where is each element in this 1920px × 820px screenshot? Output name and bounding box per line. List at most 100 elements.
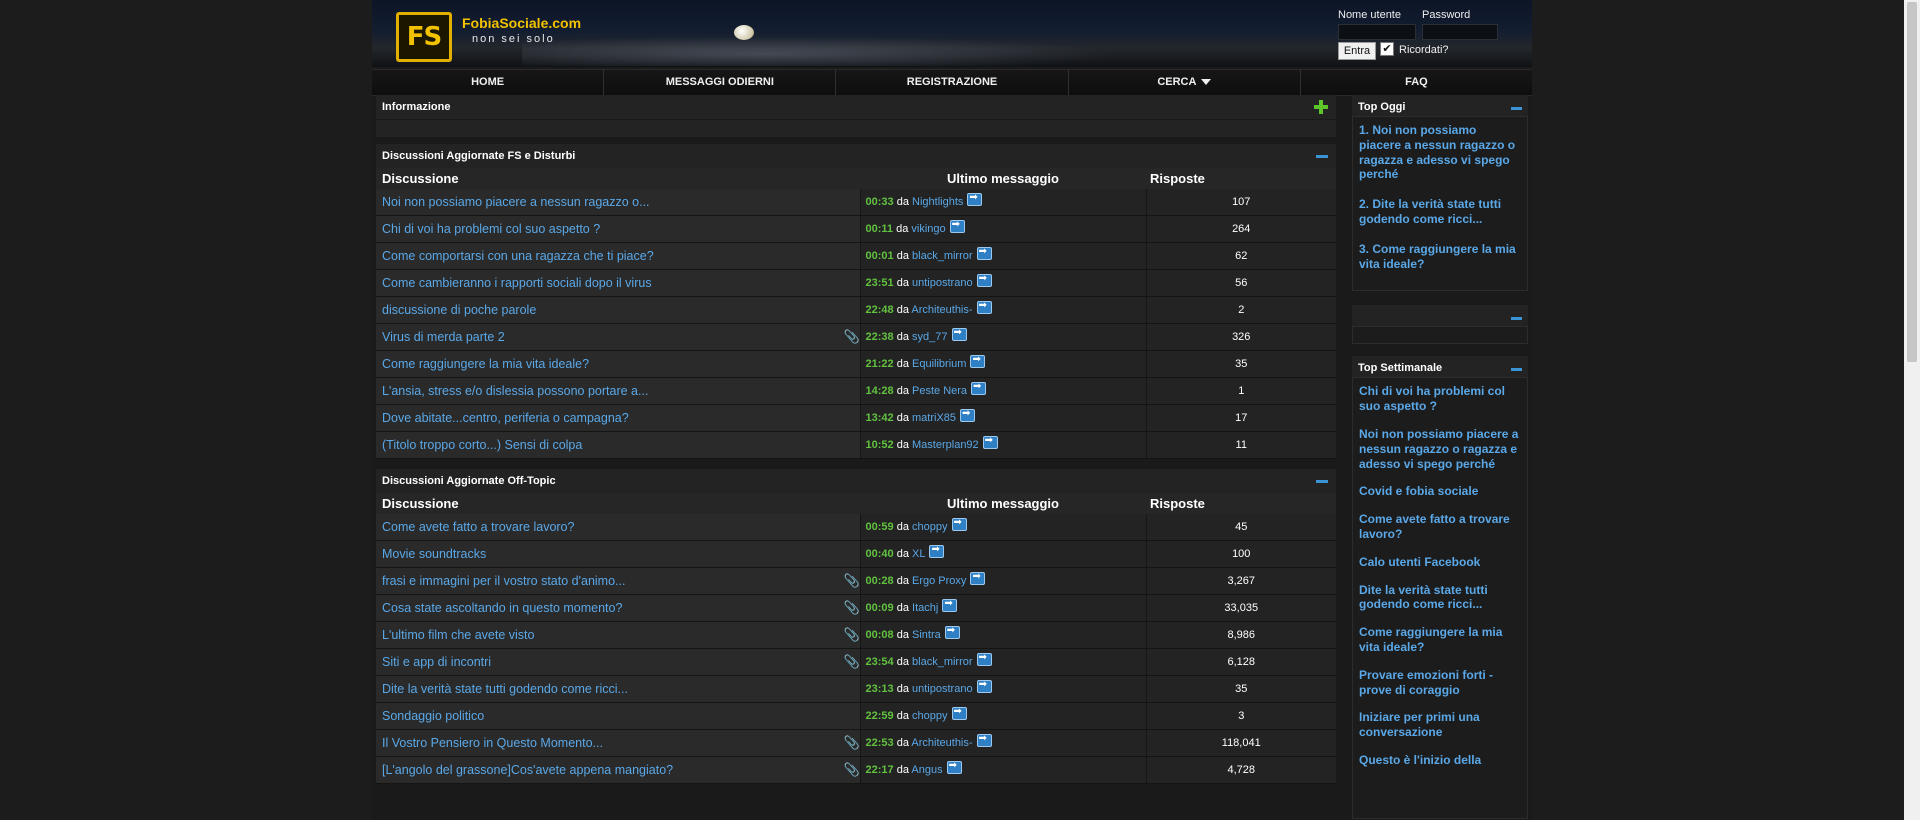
- go-to-post-icon[interactable]: [960, 408, 976, 422]
- sidebar-topic-link[interactable]: Provare emozioni forti - prove di coragg…: [1359, 668, 1521, 698]
- topic-link[interactable]: Cosa state ascoltando in questo momento?: [382, 601, 622, 615]
- go-to-post-icon[interactable]: [929, 544, 945, 558]
- site-name[interactable]: FobiaSociale.com: [462, 15, 581, 31]
- last-post-time: 00:40: [865, 547, 894, 560]
- nav-faq[interactable]: FAQ: [1301, 70, 1532, 95]
- sidebar-topic-link[interactable]: Questo è l'inizio della: [1359, 753, 1521, 768]
- user-link[interactable]: Itachj: [912, 602, 938, 614]
- sidebar-topic-link[interactable]: 2. Dite la verità state tutti godendo co…: [1359, 197, 1521, 227]
- topic-link[interactable]: Come avete fatto a trovare lavoro?: [382, 520, 574, 534]
- user-link[interactable]: Architeuthis-: [911, 737, 972, 749]
- nav-home[interactable]: HOME: [372, 70, 605, 95]
- site-logo[interactable]: FS: [396, 12, 452, 62]
- remember-checkbox[interactable]: ✔: [1380, 42, 1394, 56]
- go-to-post-icon[interactable]: [951, 706, 967, 720]
- plus-icon[interactable]: [1314, 100, 1328, 114]
- user-link[interactable]: black_mirror: [912, 656, 973, 668]
- go-to-post-icon[interactable]: [971, 381, 987, 395]
- user-link[interactable]: untipostrano: [912, 277, 973, 289]
- nav-messaggi-odierni[interactable]: MESSAGGI ODIERNI: [604, 70, 837, 95]
- user-link[interactable]: Masterplan92: [912, 439, 979, 451]
- topic-link[interactable]: Sondaggio politico: [382, 709, 484, 723]
- topic-link[interactable]: Virus di merda parte 2: [382, 330, 505, 344]
- collapse-icon[interactable]: [1511, 368, 1522, 372]
- topic-link[interactable]: Il Vostro Pensiero in Questo Momento...: [382, 736, 603, 750]
- by-label: da: [896, 330, 909, 343]
- topic-link[interactable]: Come cambieranno i rapporti sociali dopo…: [382, 276, 652, 290]
- topic-link[interactable]: (Titolo troppo corto...) Sensi di colpa: [382, 438, 582, 452]
- go-to-post-icon[interactable]: [976, 273, 992, 287]
- topic-link[interactable]: Chi di voi ha problemi col suo aspetto ?: [382, 222, 600, 236]
- collapse-icon[interactable]: [1316, 480, 1328, 483]
- user-link[interactable]: Angus: [911, 764, 942, 776]
- user-link[interactable]: vikingo: [911, 223, 945, 235]
- nav-cerca[interactable]: CERCA: [1069, 70, 1301, 95]
- sidebar-topic-link[interactable]: 3. Come raggiungere la mia vita ideale?: [1359, 242, 1521, 272]
- topic-link[interactable]: [L'angolo del grassone]Cos'avete appena …: [382, 763, 673, 777]
- sidebar-topic-link[interactable]: Iniziare per primi una conversazione: [1359, 710, 1521, 740]
- user-link[interactable]: choppy: [912, 710, 947, 722]
- replies-cell: 3: [1146, 702, 1336, 730]
- last-post-time: 23:54: [865, 655, 894, 668]
- go-to-post-icon[interactable]: [944, 625, 960, 639]
- last-post-cell: 00:33 da Nightlights: [860, 189, 1147, 216]
- go-to-post-icon[interactable]: [946, 760, 962, 774]
- topic-cell: Come raggiungere la mia vita ideale?: [376, 350, 861, 378]
- user-link[interactable]: XL: [912, 548, 925, 560]
- topic-link[interactable]: Come comportarsi con una ragazza che ti …: [382, 249, 654, 263]
- user-link[interactable]: choppy: [912, 521, 947, 533]
- sidebar-topic-link[interactable]: Calo utenti Facebook: [1359, 555, 1521, 570]
- replies-cell: 62: [1146, 242, 1336, 270]
- topic-link[interactable]: Siti e app di incontri: [382, 655, 491, 669]
- go-to-post-icon[interactable]: [970, 354, 986, 368]
- topic-link[interactable]: Dove abitate...centro, periferia o campa…: [382, 411, 629, 425]
- go-to-post-icon[interactable]: [982, 435, 998, 449]
- user-link[interactable]: Ergo Proxy: [912, 575, 966, 587]
- go-to-post-icon[interactable]: [976, 246, 992, 260]
- sidebar-topic-link[interactable]: Noi non possiamo piacere a nessun ragazz…: [1359, 427, 1521, 471]
- collapse-icon[interactable]: [1316, 155, 1328, 158]
- user-link[interactable]: Peste Nera: [912, 385, 967, 397]
- user-link[interactable]: Nightlights: [912, 196, 963, 208]
- sidebar-topic-link[interactable]: Covid e fobia sociale: [1359, 484, 1521, 499]
- scrollbar-thumb[interactable]: [1907, 2, 1917, 362]
- username-input[interactable]: [1338, 24, 1416, 40]
- topic-link[interactable]: Movie soundtracks: [382, 547, 486, 561]
- topic-link[interactable]: L'ultimo film che avete visto: [382, 628, 534, 642]
- user-link[interactable]: Sintra: [912, 629, 941, 641]
- go-to-post-icon[interactable]: [942, 598, 958, 612]
- nav-registrazione[interactable]: REGISTRAZIONE: [836, 70, 1069, 95]
- topic-cell: Siti e app di incontri 📎: [376, 648, 861, 676]
- user-link[interactable]: untipostrano: [912, 683, 973, 695]
- user-link[interactable]: matriX85: [912, 412, 956, 424]
- go-to-post-icon[interactable]: [949, 219, 965, 233]
- login-button[interactable]: Entra: [1338, 42, 1376, 60]
- topic-link[interactable]: discussione di poche parole: [382, 303, 536, 317]
- topic-link[interactable]: Noi non possiamo piacere a nessun ragazz…: [382, 195, 650, 209]
- user-link[interactable]: Equilibrium: [912, 358, 966, 370]
- go-to-post-icon[interactable]: [976, 652, 992, 666]
- topic-link[interactable]: L'ansia, stress e/o dislessia possono po…: [382, 384, 648, 398]
- sidebar-topic-link[interactable]: Come avete fatto a trovare lavoro?: [1359, 512, 1521, 542]
- go-to-post-icon[interactable]: [967, 192, 983, 206]
- password-input[interactable]: [1422, 24, 1498, 40]
- scrollbar[interactable]: [1904, 0, 1920, 820]
- topic-link[interactable]: Dite la verità state tutti godendo come …: [382, 682, 628, 696]
- topic-link[interactable]: frasi e immagini per il vostro stato d'a…: [382, 574, 625, 588]
- go-to-post-icon[interactable]: [951, 517, 967, 531]
- sidebar-topic-link[interactable]: Come raggiungere la mia vita ideale?: [1359, 625, 1521, 655]
- collapse-icon[interactable]: [1511, 107, 1522, 110]
- sidebar-topic-link[interactable]: 1. Noi non possiamo piacere a nessun rag…: [1359, 123, 1521, 182]
- go-to-post-icon[interactable]: [976, 679, 992, 693]
- sidebar-topic-link[interactable]: Chi di voi ha problemi col suo aspetto ?: [1359, 384, 1521, 414]
- user-link[interactable]: syd_77: [912, 331, 947, 343]
- go-to-post-icon[interactable]: [976, 733, 992, 747]
- go-to-post-icon[interactable]: [976, 300, 992, 314]
- collapse-icon[interactable]: [1511, 317, 1522, 321]
- topic-link[interactable]: Come raggiungere la mia vita ideale?: [382, 357, 589, 371]
- go-to-post-icon[interactable]: [970, 571, 986, 585]
- go-to-post-icon[interactable]: [951, 327, 967, 341]
- user-link[interactable]: black_mirror: [912, 250, 973, 262]
- sidebar-topic-link[interactable]: Dite la verità state tutti godendo come …: [1359, 583, 1521, 613]
- user-link[interactable]: Architeuthis-: [911, 304, 972, 316]
